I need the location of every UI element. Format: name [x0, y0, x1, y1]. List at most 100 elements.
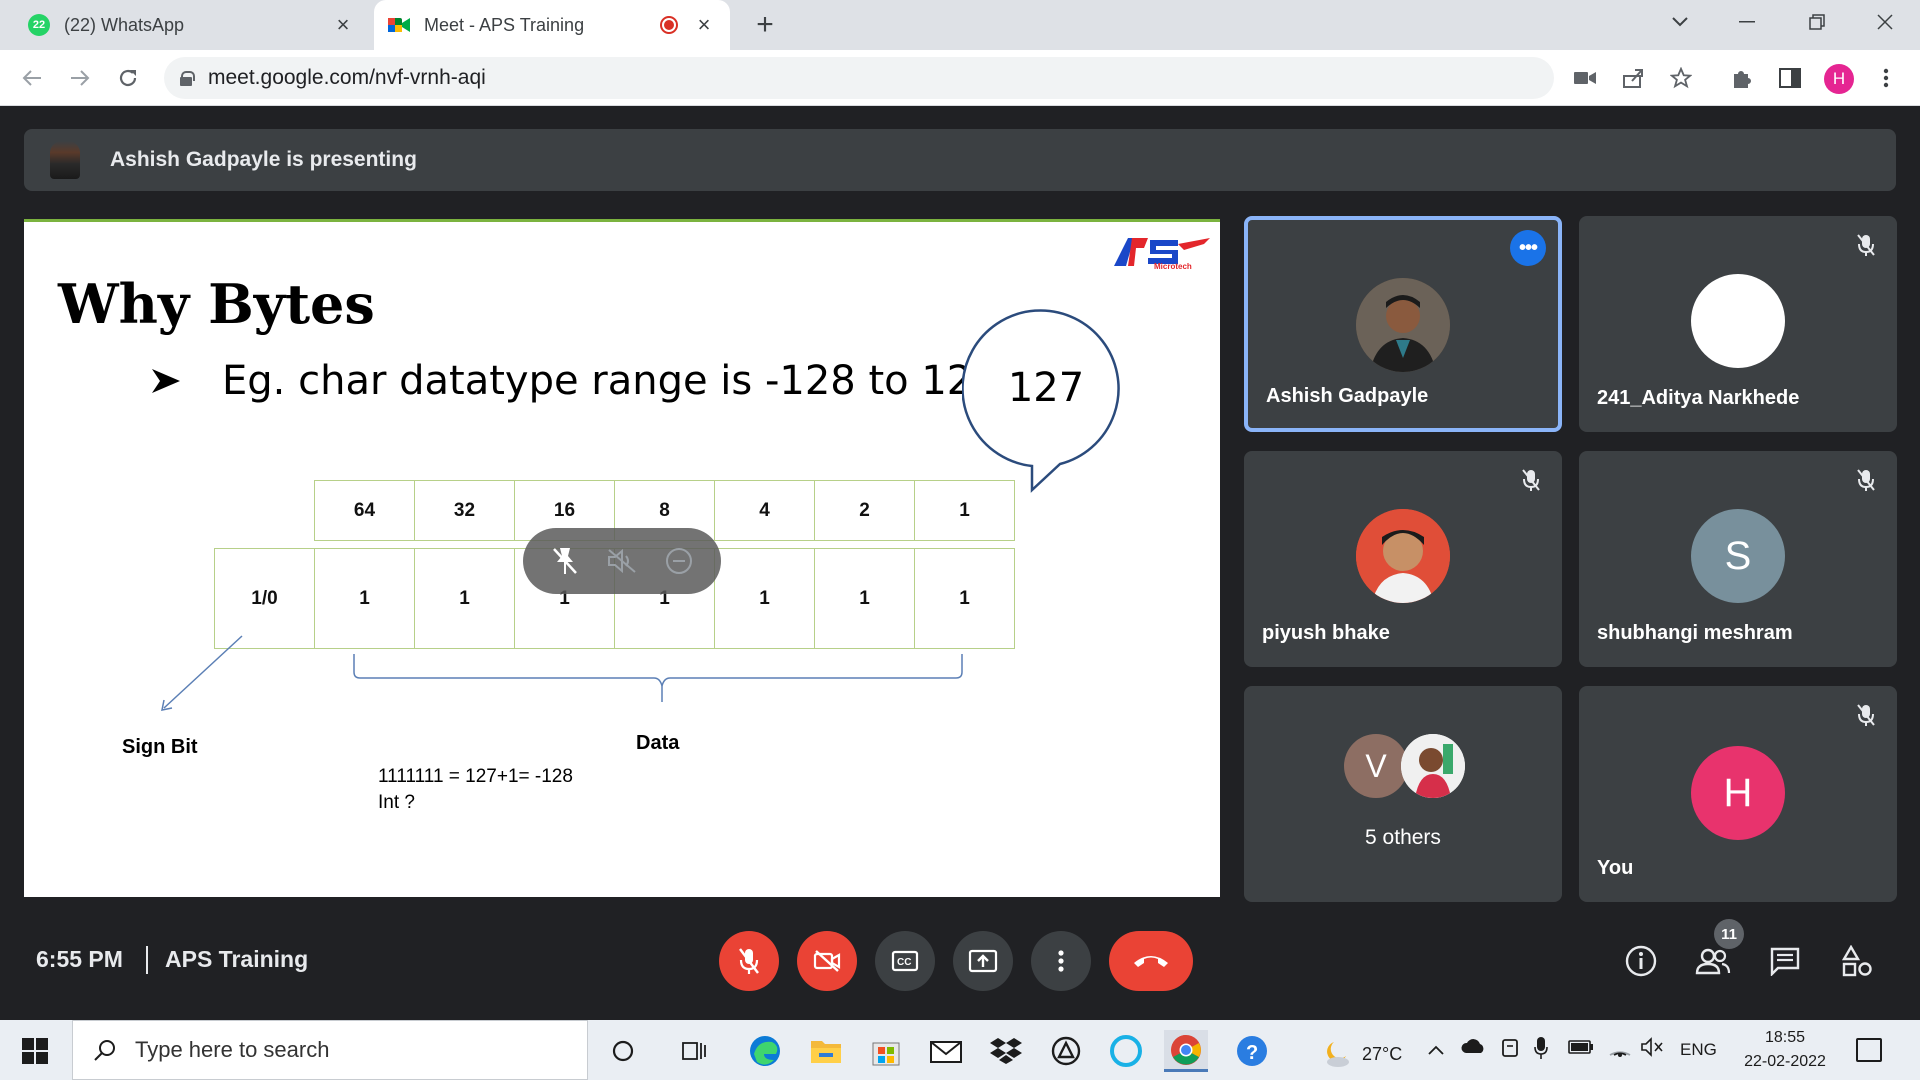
presenting-banner: Ashish Gadpayle is presenting [24, 129, 1896, 191]
microphone-in-use-icon[interactable] [1534, 1036, 1548, 1065]
weather-widget[interactable]: 27°C [1320, 1040, 1402, 1068]
avatar [1691, 274, 1785, 368]
system-time: 18:55 [1764, 1029, 1806, 1046]
share-icon[interactable] [1620, 65, 1646, 91]
equation-text: 1111111 = 127+1= -128 Int ? [378, 764, 573, 816]
help-icon[interactable]: ? [1230, 1030, 1274, 1072]
close-tab-icon[interactable]: × [692, 12, 716, 37]
system-date: 22-02-2022 [1744, 1053, 1826, 1070]
file-explorer-icon[interactable] [804, 1030, 848, 1072]
more-options-icon[interactable] [1031, 931, 1091, 991]
profile-avatar[interactable]: H [1824, 64, 1854, 94]
mic-off-icon [1853, 467, 1879, 493]
pin-off-icon[interactable] [547, 543, 583, 579]
participant-tile-others[interactable]: V 5 others [1244, 686, 1562, 902]
temperature-text: 27°C [1362, 1043, 1403, 1064]
tab-title: Meet - APS Training [424, 14, 585, 35]
new-tab-button[interactable]: + [748, 8, 782, 42]
chrome-menu-icon[interactable] [1870, 62, 1902, 94]
participant-name: piyush bhake [1262, 622, 1390, 644]
notification-center-icon[interactable] [1856, 1038, 1882, 1062]
more-options-button[interactable]: ••• [1510, 230, 1546, 266]
volume-off-icon[interactable] [604, 543, 640, 579]
camera-in-use-icon[interactable] [1572, 65, 1598, 91]
mic-off-icon [1853, 702, 1879, 728]
tab-meet[interactable]: Meet - APS Training × [374, 0, 730, 50]
onedrive-cloud-icon[interactable] [1460, 1038, 1486, 1059]
participant-tile-shubhangi[interactable]: S shubhangi meshram [1579, 451, 1897, 667]
participant-tile-you[interactable]: H You [1579, 686, 1897, 902]
close-tab-icon[interactable]: × [331, 12, 355, 37]
whatsapp-icon: 22 [28, 14, 50, 36]
others-count-label: 5 others [1365, 826, 1441, 849]
avatar-initial: H [1691, 746, 1785, 840]
browser-tab-strip: 22 (22) WhatsApp × Meet - APS Training ×… [0, 0, 1920, 50]
show-hidden-icons-chevron-icon[interactable] [1428, 1040, 1444, 1060]
alexa-icon[interactable] [1104, 1030, 1148, 1072]
presenting-text: Ashish Gadpayle is presenting [110, 148, 417, 171]
camera-toggle-button[interactable] [797, 931, 857, 991]
minimize-button[interactable] [1712, 0, 1782, 44]
tab-search-icon[interactable] [1645, 0, 1715, 44]
forward-arrow-icon[interactable] [62, 60, 98, 96]
meeting-details-icon[interactable] [1621, 941, 1661, 981]
avatar [1401, 734, 1465, 798]
browser-toolbar: meet.google.com/nvf-vrnh-aqi H [0, 50, 1920, 106]
input-language[interactable]: ENG [1680, 1040, 1717, 1060]
svg-text:?: ? [1246, 1042, 1258, 1064]
avatar-initial: V [1344, 734, 1408, 798]
present-screen-button[interactable] [953, 931, 1013, 991]
remove-icon[interactable] [661, 543, 697, 579]
captions-button[interactable]: CC [875, 931, 935, 991]
participant-tile-piyush[interactable]: piyush bhake [1244, 451, 1562, 667]
extensions-puzzle-icon[interactable] [1726, 62, 1758, 94]
meeting-clock: 6:55 PM [36, 946, 123, 972]
participant-name: Ashish Gadpayle [1266, 385, 1429, 407]
avatar [1356, 509, 1450, 603]
windows-start-icon[interactable] [22, 1038, 48, 1064]
device-icon[interactable] [1500, 1037, 1520, 1064]
windows-taskbar: Type here to search ? 27°C ENG 18:55 22-… [0, 1020, 1920, 1080]
restore-button[interactable] [1782, 0, 1852, 44]
tab-title: (22) WhatsApp [64, 14, 185, 35]
address-bar[interactable]: meet.google.com/nvf-vrnh-aqi [164, 57, 1692, 99]
close-window-button[interactable] [1850, 0, 1920, 44]
side-panel-icon[interactable] [1774, 62, 1806, 94]
leave-call-button[interactable] [1109, 931, 1193, 991]
avatar [1356, 278, 1450, 372]
participant-tile-ashish[interactable]: ••• Ashish Gadpayle [1244, 216, 1562, 432]
system-clock[interactable]: 18:55 22-02-2022 [1740, 1026, 1830, 1074]
microsoft-store-icon[interactable] [864, 1030, 908, 1072]
mail-icon[interactable] [924, 1030, 968, 1072]
cortana-icon[interactable] [601, 1030, 645, 1072]
presentation-slide: Why Bytes Eg. char datatype range is -12… [24, 219, 1220, 897]
app-icon[interactable] [1044, 1030, 1088, 1072]
dropbox-icon[interactable] [984, 1030, 1028, 1072]
bookmark-star-icon[interactable] [1668, 65, 1694, 91]
moon-cloud-icon [1327, 1042, 1349, 1067]
mic-off-icon [1518, 467, 1544, 493]
search-placeholder: Type here to search [135, 1037, 330, 1062]
participant-name: 241_Aditya Narkhede [1597, 387, 1800, 409]
activities-icon[interactable] [1837, 941, 1877, 981]
chat-icon[interactable] [1765, 941, 1805, 981]
reload-icon[interactable] [110, 60, 146, 96]
tab-whatsapp[interactable]: 22 (22) WhatsApp × [14, 0, 369, 50]
lock-icon[interactable] [180, 71, 195, 86]
speaker-muted-icon[interactable] [1640, 1037, 1664, 1062]
url-text: meet.google.com/nvf-vrnh-aqi [208, 66, 486, 89]
participant-name: You [1597, 857, 1634, 879]
taskbar-search-input[interactable]: Type here to search [72, 1020, 588, 1080]
mic-toggle-button[interactable] [719, 931, 779, 991]
wifi-icon[interactable] [1608, 1037, 1632, 1062]
edge-browser-icon[interactable] [743, 1030, 787, 1072]
participant-tile-aditya[interactable]: 241_Aditya Narkhede [1579, 216, 1897, 432]
chrome-icon[interactable] [1164, 1030, 1208, 1072]
google-meet-icon [388, 14, 410, 36]
battery-icon[interactable] [1568, 1039, 1594, 1060]
mic-off-icon [1853, 232, 1879, 258]
task-view-icon[interactable] [672, 1030, 716, 1072]
equation-line: 1111111 = 127+1= -128 [378, 766, 573, 787]
back-arrow-icon[interactable] [14, 60, 50, 96]
svg-text:CC: CC [897, 957, 911, 968]
